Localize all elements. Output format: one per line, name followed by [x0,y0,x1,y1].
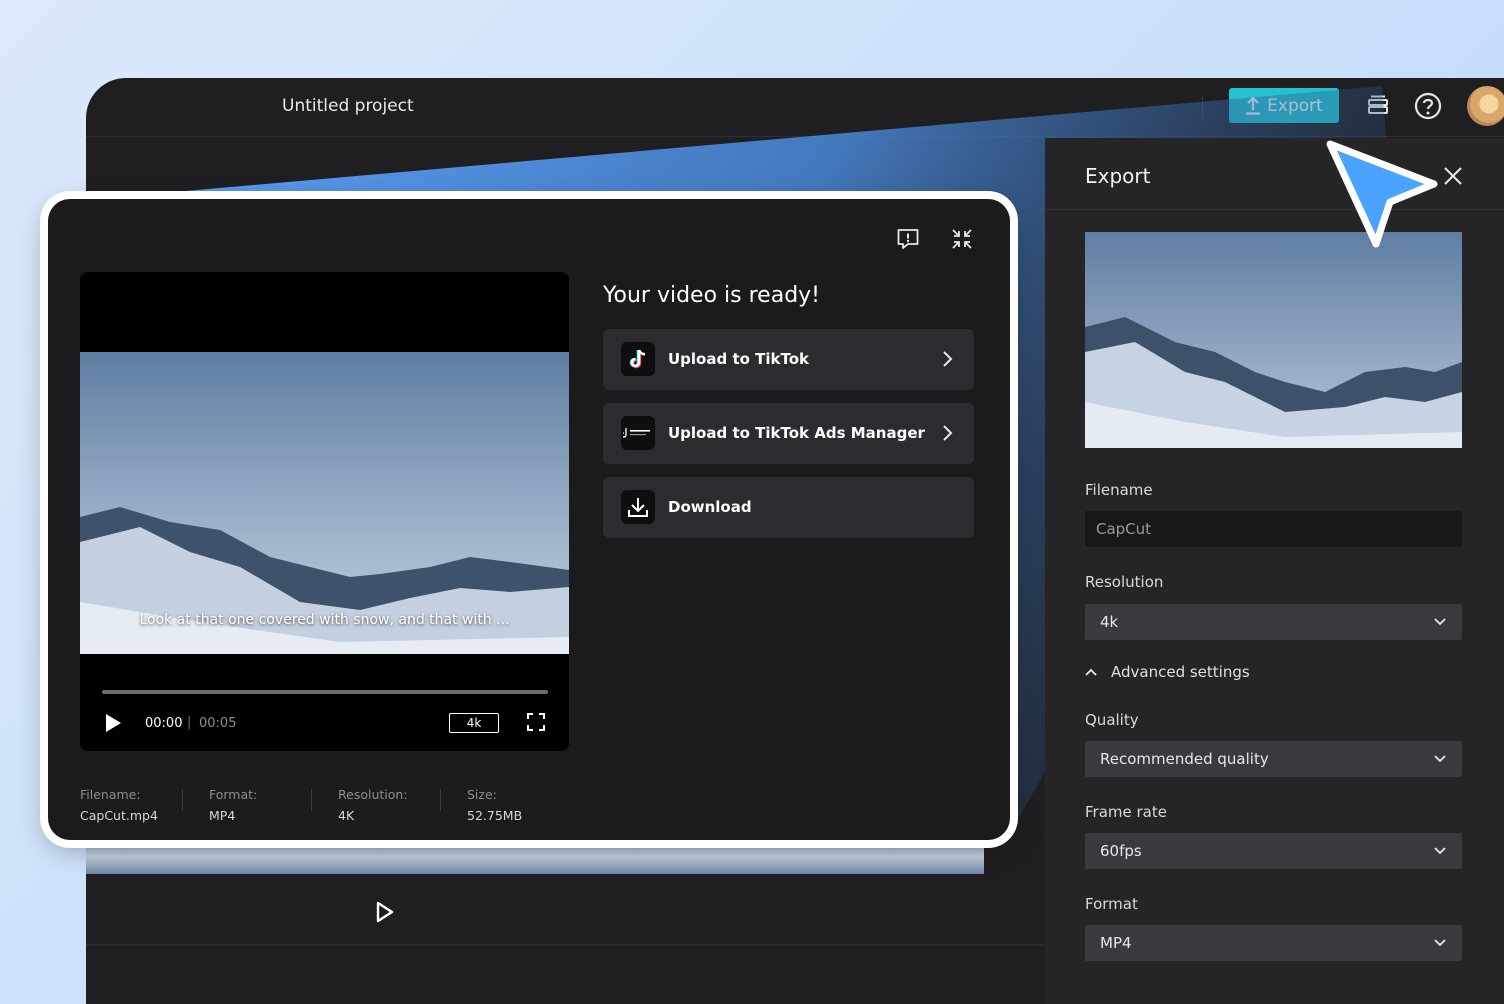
fullscreen-icon[interactable] [527,713,545,731]
chevron-up-icon [1085,668,1097,676]
ready-title: Your video is ready! [603,283,820,308]
meta-format: Format: MP4 [209,787,257,823]
filename-input[interactable]: CapCut [1085,511,1462,547]
upload-tiktok-ads-label: Upload to TikTok Ads Manager [668,424,925,442]
topbar-divider [1202,96,1203,118]
upload-tiktok-label: Upload to TikTok [668,350,810,368]
upload-icon [1246,96,1261,115]
export-button[interactable]: Export [1229,88,1339,123]
download-label: Download [668,498,752,516]
resolution-value: 4k [1100,613,1119,631]
duration: 00:05 [199,716,237,731]
video-progress-bar[interactable] [102,690,548,694]
export-panel-title: Export [1085,164,1151,188]
upload-tiktok-button[interactable]: Upload to TikTok [603,329,974,390]
video-player: Look at that one covered with snow, and … [80,272,569,751]
video-frame[interactable]: Look at that one covered with snow, and … [80,352,569,654]
video-subtitle: Look at that one covered with snow, and … [139,612,510,628]
meta-size-value: 52.75MB [467,808,523,823]
meta-filename-value: CapCut.mp4 [80,808,158,823]
current-time: 00:00 [145,716,183,731]
export-panel: Export Filename CapCut Resolution 4k Adv… [1045,138,1504,1004]
meta-filename-key: Filename: [80,787,141,802]
download-button[interactable]: Download [603,477,974,538]
feedback-icon[interactable] [896,227,920,251]
export-thumbnail [1085,232,1462,448]
tiktok-icon [621,342,655,376]
quality-value: Recommended quality [1100,750,1269,768]
tiktok-business-icon [621,416,655,450]
chevron-down-icon [1434,755,1446,763]
top-bar: Untitled project Export [86,78,1504,137]
resolution-label: Resolution [1085,573,1164,591]
meta-resolution-value: 4K [338,808,355,823]
close-icon[interactable] [1441,164,1465,188]
meta-size-key: Size: [467,787,497,802]
advanced-settings-toggle[interactable]: Advanced settings [1085,663,1250,681]
chevron-right-icon [943,425,953,441]
download-icon [621,490,655,524]
layers-icon[interactable] [1366,94,1390,118]
chevron-down-icon [1434,618,1446,626]
meta-format-key: Format: [209,787,258,802]
meta-resolution-key: Resolution: [338,787,408,802]
format-value: MP4 [1100,934,1132,952]
meta-size: Size: 52.75MB [467,787,522,823]
chevron-down-icon [1434,939,1446,947]
format-select[interactable]: MP4 [1085,925,1462,961]
meta-format-value: MP4 [209,808,236,823]
framerate-label: Frame rate [1085,803,1167,821]
meta-divider [311,789,312,811]
meta-resolution: Resolution: 4K [338,787,408,823]
avatar[interactable] [1467,86,1504,126]
quality-label: Quality [1085,711,1139,729]
project-title[interactable]: Untitled project [282,96,414,116]
play-icon[interactable] [104,713,122,733]
meta-divider [440,789,441,811]
export-button-label: Export [1267,95,1323,116]
framerate-select[interactable]: 60fps [1085,833,1462,869]
collapse-icon[interactable] [950,227,974,251]
resolution-select[interactable]: 4k [1085,604,1462,640]
time-separator: | [187,715,192,730]
dialog-body: Look at that one covered with snow, and … [56,207,1002,832]
timeline-divider [86,944,1044,946]
cursor-pointer-icon [1326,140,1438,248]
play-icon[interactable] [374,900,396,924]
advanced-settings-label: Advanced settings [1111,663,1250,681]
help-icon[interactable] [1414,92,1442,120]
meta-divider [182,789,183,811]
chevron-down-icon [1434,847,1446,855]
quality-badge[interactable]: 4k [449,713,499,733]
filename-label: Filename [1085,481,1153,499]
video-ready-dialog: Look at that one covered with snow, and … [48,199,1010,840]
chevron-right-icon [943,351,953,367]
meta-filename: Filename: CapCut.mp4 [80,787,158,823]
editor-preview-strip [86,838,984,874]
format-label: Format [1085,895,1138,913]
quality-select[interactable]: Recommended quality [1085,741,1462,777]
framerate-value: 60fps [1100,842,1142,860]
upload-tiktok-ads-button[interactable]: Upload to TikTok Ads Manager [603,403,974,464]
